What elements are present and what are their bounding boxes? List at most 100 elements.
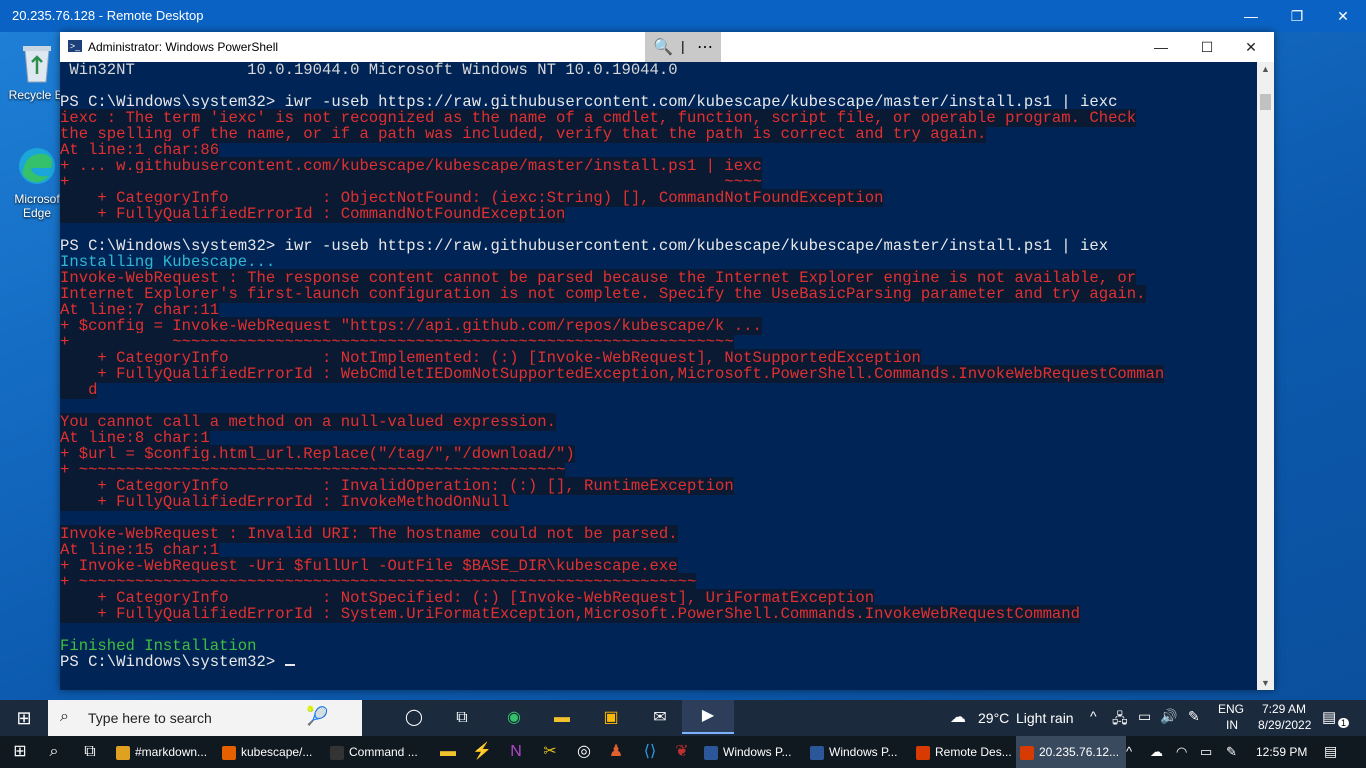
cortana-icon[interactable]: ◯ xyxy=(400,704,428,732)
host-taskbar: ⊞ ⌕ ⧉ #markdown... kubescape/... Command .… xyxy=(0,736,1366,768)
search-placeholder: Type here to search xyxy=(88,710,212,726)
remote-taskbar: ⊞ ⌕ Type here to search 🎾 ◯ ⧉ ◉ ▬ ▣ ✉ ▶ … xyxy=(0,700,1366,736)
console-line: + FullyQualifiedErrorId : InvokeMethodOn… xyxy=(60,493,1257,511)
edge-icon xyxy=(17,144,57,188)
notification-icon[interactable]: ▤ xyxy=(1322,708,1336,726)
more-options-icon[interactable]: ⋯ xyxy=(697,37,713,57)
powershell-window[interactable]: >_ Administrator: Windows PowerShell 🔍 |… xyxy=(60,32,1274,690)
host-taskbar-item[interactable]: kubescape/... xyxy=(218,736,326,768)
console-line: You cannot call a method on a null-value… xyxy=(60,413,1257,431)
console-line-text: + FullyQualifiedErrorId : WebCmdletIEDom… xyxy=(60,365,1165,383)
maximize-button[interactable]: ☐ xyxy=(1184,32,1230,62)
host-taskbar-item[interactable]: 20.235.76.12... xyxy=(1016,736,1126,768)
host-app-icon-3[interactable]: ◎ xyxy=(570,738,598,766)
host-app-icon-1[interactable]: ⚡ xyxy=(468,738,496,766)
remote-desktop-title: 20.235.76.128 - Remote Desktop xyxy=(12,8,204,23)
console-line: + Invoke-WebRequest -Uri $fullUrl -OutFi… xyxy=(60,557,1257,575)
console-line: d xyxy=(60,381,1257,399)
host-taskbar-item-label: kubescape/... xyxy=(241,745,313,759)
weather-desc[interactable]: Light rain xyxy=(1016,710,1074,726)
console-line-text: d xyxy=(60,381,98,399)
host-taskbar-item-label: #markdown... xyxy=(135,745,208,759)
remote-desktop-title-bar[interactable]: 20.235.76.128 - Remote Desktop — ❐ ✕ xyxy=(0,0,1366,32)
onenote-icon[interactable]: N xyxy=(502,738,530,766)
console-line-text: Internet Explorer's first-launch configu… xyxy=(60,285,1146,303)
volume-icon[interactable]: 🔊 xyxy=(1160,708,1177,725)
host-taskbar-item-label: Windows P... xyxy=(829,745,898,759)
host-taskbar-item[interactable]: Remote Des... xyxy=(912,736,1016,768)
minimize-button[interactable]: — xyxy=(1138,32,1184,62)
host-task-view-icon[interactable]: ⧉ xyxy=(76,738,104,766)
powershell-icon xyxy=(810,745,824,760)
display-icon[interactable]: ▭ xyxy=(1138,708,1151,725)
console-line: At line:15 char:1 xyxy=(60,541,1257,559)
host-app-icon-2[interactable]: ✂ xyxy=(536,738,564,766)
host-taskbar-item[interactable]: Windows P... xyxy=(700,736,806,768)
scrollbar-thumb[interactable] xyxy=(1260,94,1271,110)
console-line: iexc : The term 'iexc' is not recognized… xyxy=(60,109,1257,127)
console-line: + FullyQualifiedErrorId : WebCmdletIEDom… xyxy=(60,365,1257,383)
close-button[interactable]: ✕ xyxy=(1228,32,1274,62)
pen-icon[interactable]: ✎ xyxy=(1188,708,1200,725)
host-taskbar-item-label: 20.235.76.12... xyxy=(1039,745,1120,759)
search-box[interactable]: ⌕ Type here to search 🎾 xyxy=(48,700,362,736)
console-line: + ~~~~~~~~~~~~~~~~~~~~~~~~~~~~~~~~~~~~~~… xyxy=(60,461,1257,479)
mail-icon[interactable]: ✉ xyxy=(646,704,674,732)
text-cursor xyxy=(284,664,295,666)
scroll-down-icon[interactable]: ▼ xyxy=(1261,678,1270,688)
store-icon[interactable]: ▣ xyxy=(597,704,625,732)
rd-minimize-button[interactable]: — xyxy=(1228,0,1274,32)
powershell-title-bar[interactable]: >_ Administrator: Windows PowerShell 🔍 |… xyxy=(60,32,1274,62)
weather-temp[interactable]: 29°C xyxy=(978,710,1009,726)
host-battery-icon[interactable]: ▭ xyxy=(1200,744,1212,760)
start-windows-icon[interactable]: ⊞ xyxy=(10,704,38,732)
clock-date[interactable]: 8/29/2022 xyxy=(1258,718,1311,732)
file-explorer-icon[interactable]: ▬ xyxy=(548,704,576,732)
vertical-scrollbar[interactable]: ▲ ▼ xyxy=(1257,62,1274,690)
powershell-taskbar-icon[interactable]: ▶ xyxy=(682,700,734,734)
console-line-text: + FullyQualifiedErrorId : CommandNotFoun… xyxy=(60,205,566,223)
console-line: + CategoryInfo : NotImplemented: (:) [In… xyxy=(60,349,1257,367)
task-view-icon[interactable]: ⧉ xyxy=(448,704,476,732)
host-taskbar-item[interactable]: #markdown... xyxy=(112,736,218,768)
network-icon[interactable]: 🖧 xyxy=(1112,708,1128,732)
recycle-bin-label: Recycle Bi xyxy=(8,88,66,102)
vscode-icon[interactable]: ⟨⟩ xyxy=(636,738,664,766)
console-line: + FullyQualifiedErrorId : System.UriForm… xyxy=(60,605,1257,623)
scroll-up-icon[interactable]: ▲ xyxy=(1261,64,1270,74)
rd-restore-button[interactable]: ❐ xyxy=(1274,0,1320,32)
console-line: + CategoryInfo : NotSpecified: (:) [Invo… xyxy=(60,589,1257,607)
host-clock[interactable]: 12:59 PM xyxy=(1256,745,1307,759)
host-app-icon-4[interactable]: ♟ xyxy=(602,738,630,766)
host-file-explorer-icon[interactable]: ▬ xyxy=(434,738,462,766)
console-line: PS C:\Windows\system32> xyxy=(60,654,1257,670)
zoom-icon[interactable]: 🔍 xyxy=(653,37,673,57)
host-cloud-icon[interactable]: ☁ xyxy=(1150,744,1163,760)
clock-time[interactable]: 7:29 AM xyxy=(1262,702,1306,716)
edge-taskbar-icon[interactable]: ◉ xyxy=(500,704,528,732)
host-taskbar-item[interactable]: Command ... xyxy=(326,736,430,768)
host-app-icon-5[interactable]: ❦ xyxy=(668,738,696,766)
console-line: At line:8 char:1 xyxy=(60,429,1257,447)
console-line: Internet Explorer's first-launch configu… xyxy=(60,285,1257,303)
console-line-text: + FullyQualifiedErrorId : System.UriForm… xyxy=(60,605,1080,623)
host-taskbar-item[interactable]: Windows P... xyxy=(806,736,912,768)
tray-chevron-icon[interactable]: ^ xyxy=(1090,708,1097,724)
host-search-icon[interactable]: ⌕ xyxy=(40,738,68,766)
host-start-icon[interactable]: ⊞ xyxy=(6,738,34,766)
rd-close-button[interactable]: ✕ xyxy=(1320,0,1366,32)
console-line: the spelling of the name, or if a path w… xyxy=(60,125,1257,143)
host-notification-icon[interactable]: ▤ xyxy=(1324,743,1337,760)
console-line-text: Win32NT 10.0.19044.0 Microsoft Windows N… xyxy=(60,62,678,79)
console-line: + FullyQualifiedErrorId : CommandNotFoun… xyxy=(60,205,1257,223)
host-tray-chevron-icon[interactable]: ^ xyxy=(1126,744,1132,759)
recycle-bin-icon xyxy=(17,40,57,84)
host-pen-icon[interactable]: ✎ xyxy=(1226,744,1237,760)
console-output[interactable]: Win32NT 10.0.19044.0 Microsoft Windows N… xyxy=(60,62,1257,690)
language-line2[interactable]: IN xyxy=(1226,718,1238,732)
language-line1[interactable]: ENG xyxy=(1218,702,1244,716)
host-wifi-icon[interactable]: ◠ xyxy=(1176,744,1187,760)
